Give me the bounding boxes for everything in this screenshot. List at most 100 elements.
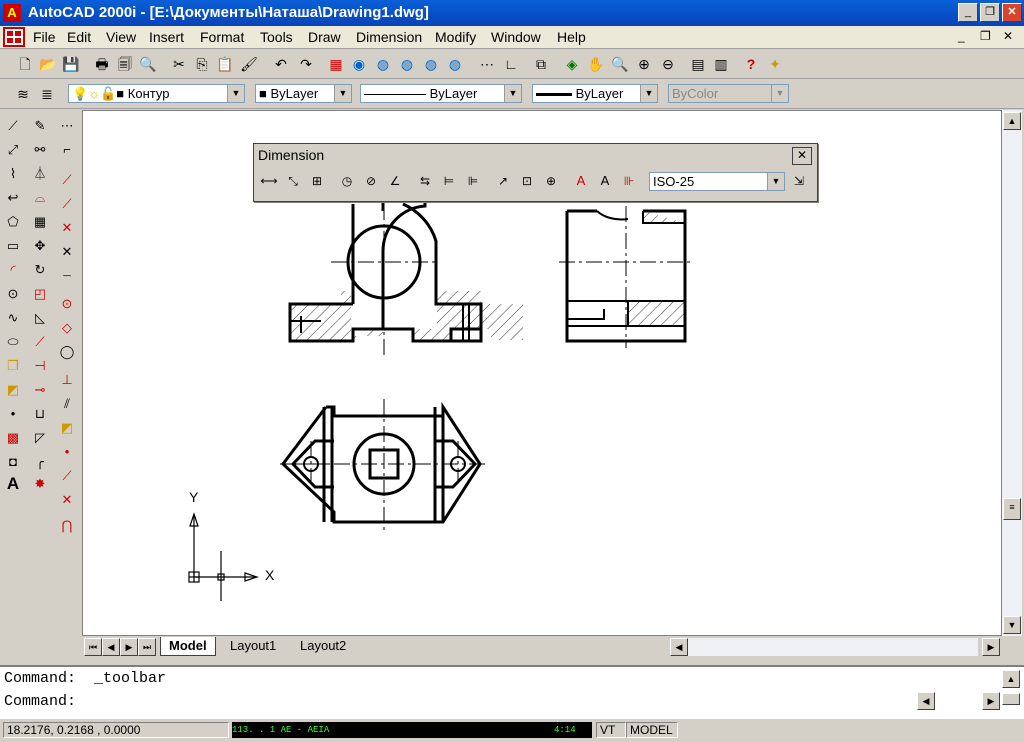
snap-center-icon[interactable]: ⊙ <box>56 293 78 315</box>
pan-realtime-icon[interactable]: ✋ <box>587 55 605 73</box>
publish-icon[interactable]: ◍ <box>422 55 440 73</box>
continue-dimension-icon[interactable]: ⊫ <box>464 172 482 190</box>
model-button[interactable]: MODEL <box>626 722 678 738</box>
snap-apparent-intersection-icon[interactable]: ✕ <box>56 241 78 263</box>
snap-perpendicular-icon[interactable]: ⊥ <box>56 369 78 391</box>
make-block-icon[interactable]: ◩ <box>2 379 24 401</box>
doc-minimize-button[interactable]: _ <box>958 29 965 43</box>
web-icon[interactable]: ◍ <box>446 55 464 73</box>
menu-insert[interactable]: Insert <box>149 29 184 45</box>
snap-parallel-icon[interactable]: ⫽ <box>56 393 78 415</box>
snap-none-icon[interactable]: ✕ <box>56 489 78 511</box>
tracking-icon[interactable]: ⋯ <box>478 55 496 73</box>
print-preview-icon[interactable]: 🗐 <box>116 55 134 73</box>
autocad-online-icon[interactable]: ◉ <box>350 55 368 73</box>
line-icon[interactable]: ⟋ <box>2 115 24 137</box>
doc-restore-button[interactable]: ❐ <box>980 29 991 43</box>
first-tab-icon[interactable]: ⏮ <box>84 638 102 656</box>
doc-close-button[interactable]: ✕ <box>1003 29 1013 43</box>
arc-icon[interactable]: ◜ <box>2 259 24 281</box>
layer-select[interactable]: 💡☼🔓■ Контур ▼ <box>68 84 245 103</box>
dimension-update-icon[interactable]: ⊪ <box>620 172 638 190</box>
command-prompt[interactable]: Command: <box>4 693 76 710</box>
snap-extension-icon[interactable]: ┈ <box>56 265 78 287</box>
zoom-realtime-icon[interactable]: 🔍 <box>611 55 629 73</box>
center-mark-icon[interactable]: ⊕ <box>542 172 560 190</box>
3d-polyline-icon[interactable]: ↩ <box>2 187 24 209</box>
snap-nearest-icon[interactable]: ⟋ <box>56 465 78 487</box>
menu-tools[interactable]: Tools <box>260 29 293 45</box>
menu-view[interactable]: View <box>106 29 136 45</box>
trim-icon[interactable]: ⊣ <box>29 355 51 377</box>
chevron-down-icon[interactable]: ▼ <box>227 85 244 102</box>
chevron-down-icon[interactable]: ▼ <box>767 173 784 190</box>
tab-layout2[interactable]: Layout2 <box>292 637 355 655</box>
diameter-dimension-icon[interactable]: ⊘ <box>362 172 380 190</box>
horizontal-scroll-track[interactable] <box>688 638 978 656</box>
menu-window[interactable]: Window <box>491 29 541 45</box>
chevron-down-icon[interactable]: ▼ <box>334 85 351 102</box>
copy-object-icon[interactable]: ⚯ <box>29 139 51 161</box>
quick-leader-icon[interactable]: ↗ <box>494 172 512 190</box>
close-button[interactable]: ✕ <box>1002 3 1022 22</box>
express-icon[interactable]: ✦ <box>766 55 784 73</box>
prev-tab-icon[interactable]: ◀ <box>102 638 120 656</box>
document-icon[interactable] <box>3 27 25 47</box>
snap-insertion-icon[interactable]: ◩ <box>56 417 78 439</box>
scroll-right-icon[interactable]: ▶ <box>982 638 1000 656</box>
rectangle-icon[interactable]: ▭ <box>2 235 24 257</box>
region-icon[interactable]: ◘ <box>2 451 24 473</box>
print-icon[interactable]: 🖶 <box>93 55 111 73</box>
dimension-style-icon[interactable]: ⇲ <box>790 172 808 190</box>
baseline-dimension-icon[interactable]: ⊨ <box>440 172 458 190</box>
hyperlink-icon[interactable]: ◍ <box>398 55 416 73</box>
otrack-button[interactable]: VT <box>596 722 626 738</box>
cmd-scroll-up-icon[interactable]: ▲ <box>1002 670 1020 688</box>
close-icon[interactable]: ✕ <box>792 147 812 165</box>
open-icon[interactable]: 📂 <box>39 55 57 73</box>
construction-line-icon[interactable]: ⤢ <box>2 139 24 161</box>
paste-icon[interactable]: 📋 <box>216 55 234 73</box>
stretch-icon[interactable]: ◺ <box>29 307 51 329</box>
linear-dimension-icon[interactable]: ⟷ <box>260 172 278 190</box>
linetype-select[interactable]: ByLayer ▼ <box>360 84 522 103</box>
last-tab-icon[interactable]: ⏭ <box>138 638 156 656</box>
undo-icon[interactable]: ↶ <box>272 55 290 73</box>
angular-dimension-icon[interactable]: ∠ <box>386 172 404 190</box>
tab-layout1[interactable]: Layout1 <box>222 637 285 655</box>
zoom-window-icon[interactable]: ⊕ <box>635 55 653 73</box>
properties-icon[interactable]: ▤ <box>689 55 707 73</box>
make-object-layer-current-icon[interactable]: ≋ <box>14 85 32 103</box>
match-properties-icon[interactable]: 🖌 <box>240 55 258 73</box>
find-icon[interactable]: 🔍 <box>139 55 157 73</box>
layers-icon[interactable]: ≣ <box>38 85 56 103</box>
circle-icon[interactable]: ⊙ <box>2 283 24 305</box>
chamfer-icon[interactable]: ◸ <box>29 427 51 449</box>
snap-tangent-icon[interactable]: ◯ <box>56 341 78 363</box>
menu-format[interactable]: Format <box>200 29 244 45</box>
menu-modify[interactable]: Modify <box>435 29 476 45</box>
minimize-button[interactable]: _ <box>958 3 978 22</box>
chevron-down-icon[interactable]: ▼ <box>640 85 657 102</box>
new-icon[interactable]: 🗋 <box>16 55 34 73</box>
scale-icon[interactable]: ◰ <box>29 283 51 305</box>
3d-orbit-icon[interactable]: ◈ <box>563 55 581 73</box>
copy-icon[interactable]: ⎘ <box>193 55 211 73</box>
snap-endpoint-icon[interactable]: ⟋ <box>56 169 78 191</box>
osnap-settings-icon[interactable]: ⋂ <box>56 515 78 537</box>
help-icon[interactable]: ? <box>742 55 760 73</box>
redo-icon[interactable]: ↷ <box>297 55 315 73</box>
restore-button[interactable]: ❐ <box>980 3 1000 22</box>
dimension-text-edit-icon[interactable]: A <box>596 172 614 190</box>
polyline-icon[interactable]: ⌇ <box>2 163 24 185</box>
named-views-icon[interactable]: ⧉ <box>532 55 550 73</box>
hatch-icon[interactable]: ▩ <box>2 427 24 449</box>
snap-intersection-icon[interactable]: ✕ <box>56 217 78 239</box>
snap-quadrant-icon[interactable]: ◇ <box>56 317 78 339</box>
polygon-icon[interactable]: ⬠ <box>2 211 24 233</box>
today-icon[interactable]: ▦ <box>327 55 345 73</box>
dimension-edit-icon[interactable]: A <box>572 172 590 190</box>
temporary-tracking-icon[interactable]: ⋯ <box>56 115 78 137</box>
offset-icon[interactable]: ⌓ <box>29 187 51 209</box>
lineweight-select[interactable]: ByLayer ▼ <box>532 84 658 103</box>
